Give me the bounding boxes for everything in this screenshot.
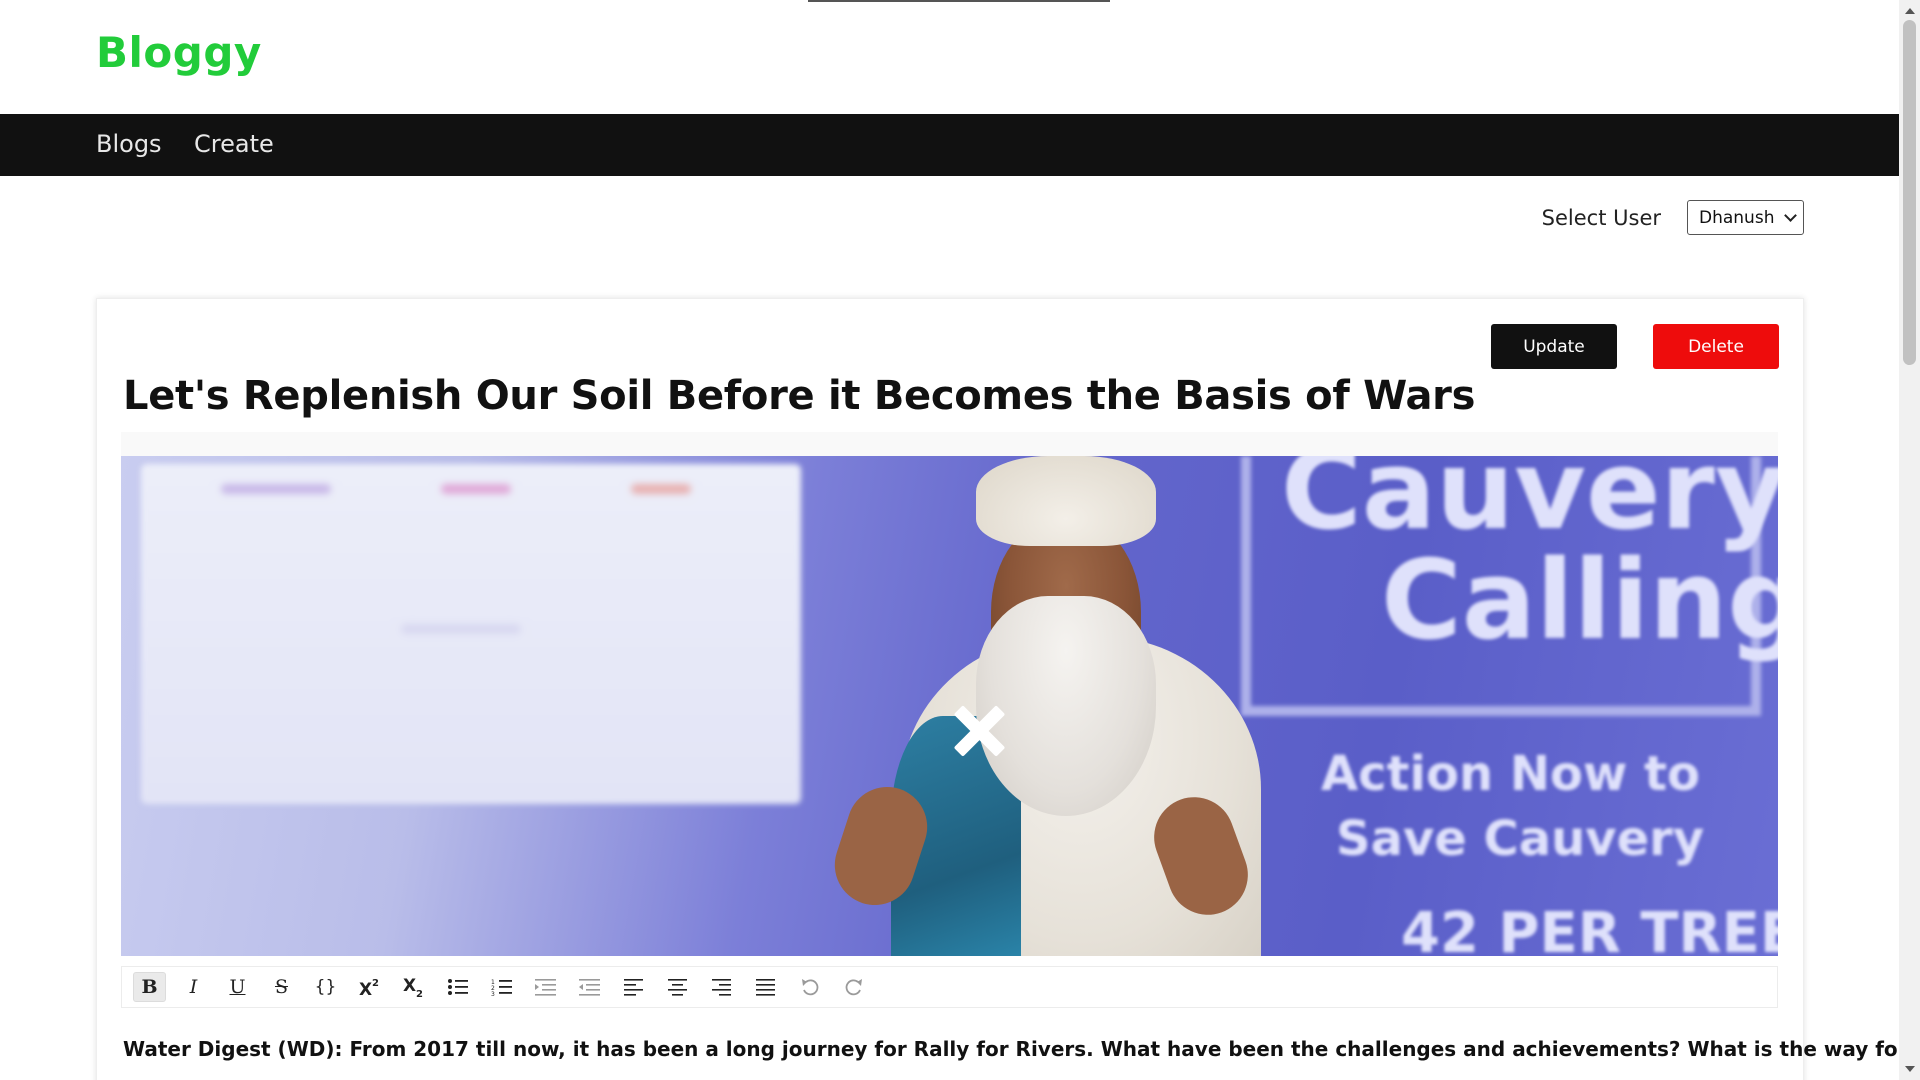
brand-logo[interactable]: Bloggy: [96, 28, 262, 77]
page: Bloggy Blogs Create Select User Dhanush …: [0, 0, 1899, 1080]
hero-background-board: [141, 464, 801, 804]
numbered-list-icon[interactable]: 123: [485, 972, 518, 1002]
hero-board-mark: [631, 484, 691, 494]
strikethrough-icon[interactable]: S: [265, 972, 298, 1002]
browser-viewport: Bloggy Blogs Create Select User Dhanush …: [0, 0, 1920, 1080]
bold-glyph: B: [141, 976, 158, 998]
italic-glyph: I: [189, 976, 198, 998]
hero-sign-text-3: Action Now to: [1321, 746, 1700, 802]
delete-button[interactable]: Delete: [1653, 324, 1779, 369]
hero-board-mark: [221, 484, 331, 494]
user-select-row: Select User Dhanush: [1542, 200, 1804, 235]
svg-text:2: 2: [416, 989, 423, 998]
chevron-down-icon: [1784, 209, 1797, 222]
redo-icon[interactable]: [837, 972, 870, 1002]
align-center-icon[interactable]: [661, 972, 694, 1002]
user-select-dropdown[interactable]: Dhanush: [1687, 200, 1804, 235]
scrollbar-thumb[interactable]: [1903, 20, 1916, 365]
nav-create-link[interactable]: Create: [194, 130, 274, 158]
align-justify-icon[interactable]: [749, 972, 782, 1002]
underline-icon[interactable]: U: [221, 972, 254, 1002]
remove-image-icon[interactable]: [947, 699, 1011, 763]
subscript-icon[interactable]: X2: [397, 972, 430, 1002]
scroll-down-icon[interactable]: [1905, 1066, 1915, 1072]
undo-icon[interactable]: [793, 972, 826, 1002]
page-scrollbar[interactable]: [1899, 0, 1920, 1080]
hero-board-mark: [401, 624, 521, 634]
bullet-list-icon[interactable]: [441, 972, 474, 1002]
bold-icon[interactable]: B: [133, 972, 166, 1002]
superscript-icon[interactable]: X2: [353, 972, 386, 1002]
code-glyph: {}: [314, 977, 337, 997]
outdent-icon[interactable]: [573, 972, 606, 1002]
navbar: Blogs Create: [0, 114, 1899, 176]
brand-bar: Bloggy: [0, 0, 1899, 114]
update-button[interactable]: Update: [1491, 324, 1617, 369]
svg-text:X: X: [403, 976, 416, 996]
hero-sign-text-5: 42 PER TREE: [1401, 901, 1778, 956]
indent-icon[interactable]: [529, 972, 562, 1002]
hero-board-mark: [441, 484, 511, 494]
svg-text:3: 3: [491, 991, 495, 996]
scroll-up-icon[interactable]: [1905, 8, 1915, 14]
align-right-icon[interactable]: [705, 972, 738, 1002]
align-left-icon[interactable]: [617, 972, 650, 1002]
editor-toolbar: B I U S {} X2 X2 1 2 3: [121, 966, 1778, 1008]
hero-person-turban: [976, 456, 1156, 546]
strikethrough-glyph: S: [274, 976, 289, 998]
nav-blogs-link[interactable]: Blogs: [96, 130, 162, 158]
hero-sign-text-4: Save Cauvery: [1336, 811, 1705, 867]
select-user-label: Select User: [1541, 205, 1661, 230]
post-card: Update Delete Let's Replenish Our Soil B…: [96, 298, 1899, 1080]
user-select-value: Dhanush: [1699, 207, 1775, 228]
svg-text:2: 2: [372, 978, 379, 989]
hero-sign-text-2: Calling: [1381, 536, 1778, 664]
svg-text:X: X: [359, 980, 372, 998]
italic-icon[interactable]: I: [177, 972, 210, 1002]
underline-glyph: U: [229, 976, 246, 998]
editor-top-strip: [121, 432, 1778, 456]
post-body-text[interactable]: Water Digest (WD): From 2017 till now, i…: [123, 1037, 1899, 1061]
post-hero-image: Cauvery Calling Action Now to Save Cauve…: [121, 456, 1778, 956]
code-icon[interactable]: {}: [309, 972, 342, 1002]
post-title: Let's Replenish Our Soil Before it Becom…: [123, 373, 1476, 419]
